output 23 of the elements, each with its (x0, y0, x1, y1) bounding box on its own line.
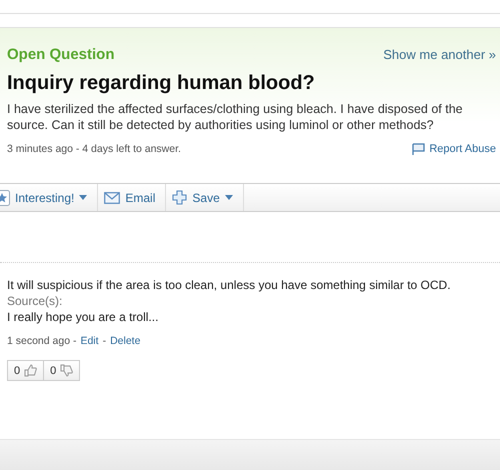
question-meta: 3 minutes ago - 4 days left to answer. (7, 143, 181, 155)
thumbs-down-button[interactable]: 0 (44, 360, 80, 381)
thumbs-down-icon (60, 364, 74, 377)
thumbs-up-icon (24, 364, 38, 377)
toolbar-button[interactable]: Email (98, 184, 166, 211)
report-abuse-link[interactable]: Report Abuse (412, 143, 496, 155)
envelope-icon (104, 192, 120, 204)
question-status: Open Question (7, 46, 115, 63)
question-title: Inquiry regarding human blood? (7, 72, 316, 95)
answer-text: It will suspicious if the area is too clean, unless you have something similar to OCD. (7, 277, 452, 293)
answer-time: 1 second ago - (7, 335, 76, 347)
question-body: I have sterilized the affected surfaces/clothing using bleach. I have disposed of the source. Can it still be detected by authorities using luminol or other methods? (7, 101, 464, 133)
thumbs-up-button[interactable]: 0 (7, 360, 44, 381)
toolbar-button[interactable]: Save (166, 184, 244, 211)
plus-icon (172, 190, 188, 205)
toolbar-button[interactable]: Interesting! (0, 184, 98, 211)
separator: - (102, 335, 106, 347)
sources-label: Source(s): (7, 293, 64, 309)
flag-icon (412, 143, 426, 155)
answer-action-link[interactable]: Delete (110, 335, 140, 347)
answer-action-link[interactable]: Edit (80, 335, 99, 347)
show-another-link[interactable]: Show me another » (383, 47, 496, 62)
sources-text: I really hope you are a troll... (7, 309, 160, 325)
